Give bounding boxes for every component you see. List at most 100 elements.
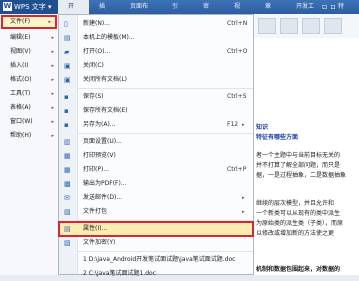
toolbar-button[interactable] [302,18,320,34]
menu-item-label: 关闭所有文档(L) [83,76,128,83]
menu-item-label: 新建(N)... [83,20,110,27]
wps-menu-button[interactable]: W WPS 文字 ▾ [0,0,58,14]
tab-chapter[interactable]: 章节 [255,0,286,24]
menu-item-label: 2 C:\java笔试面试题1.doc [83,270,157,277]
tab-view[interactable]: 视图 [224,0,255,24]
chevron-right-icon: ▸ [51,91,54,97]
tab-home[interactable]: 开始 [58,0,89,24]
chevron-right-icon: ▸ [51,35,54,41]
menu-item-save[interactable]: ▪ 保存(S) Ctrl+S [59,90,253,104]
menu-item-encrypt[interactable]: ▨ 文件加密(Y) [59,236,253,250]
doc-heading: 知识 [256,124,269,131]
menu-edit[interactable]: 编辑(E) ▸ [0,31,58,45]
tab-page-layout[interactable]: 页面布局 [120,0,162,24]
chevron-right-icon: ▸ [51,77,54,83]
doc-line: 机制和数据包围起来，对数据的 [256,266,341,273]
menu-item-label: 打开(O)... [83,48,111,55]
menu-insert[interactable]: 插入(I) ▸ [0,59,58,73]
chevron-right-icon: ▸ [242,122,245,128]
menu-item-shortcut: Ctrl+P [227,166,247,173]
tab-review[interactable]: 审阅 [193,0,224,24]
package-icon: ▧ [64,208,71,216]
menu-item-label: 属性(I)... [83,225,108,232]
toolbar-button[interactable] [280,18,298,34]
menu-item-label: 本机上的模板(M)... [83,34,135,41]
menu-item-send-mail[interactable]: ✉ 发送邮件(D)... ▸ [59,191,253,205]
menu-tools[interactable]: 工具(T) ▸ [0,87,58,101]
file-submenu: ▯ 新建(N)... Ctrl+N ▤ 本机上的模板(M)... ▰ 打开(O)... C… [58,14,254,277]
menu-item-open[interactable]: ▰ 打开(O)... Ctrl+O [59,45,253,59]
close-icon[interactable]: ▫ [330,2,338,11]
menu-item-save-all[interactable]: ▪ 保存所有文档(E) [59,104,253,118]
doc-line: 者一个主题中与当前目标无关的 [256,152,341,159]
menu-item-properties[interactable]: ▤ 属性(I)... [58,221,254,237]
doc-line: 为原始类的派生类（子类），而原 [256,220,344,227]
doc-line: 一个新类可以从现有的类中派生 [256,210,341,217]
window-controls: ▫▫ [322,2,339,11]
new-doc-icon: ▯ [64,20,68,28]
ribbon-tabs: 开始 插入 页面布局 引用 审阅 视图 章节 开发工具 特色 [58,0,359,24]
toolbar-button[interactable] [324,18,342,34]
open-folder-icon: ▰ [64,48,70,56]
menu-item-export-pdf[interactable]: ▩ 输出为PDF(F)... [59,177,253,191]
doc-line: 以修改或增加新的方法使之更 [256,230,335,237]
close-doc-icon: ▣ [64,62,71,70]
menu-item-package[interactable]: ▧ 文件打包 ▸ [59,205,253,219]
menu-item-local-templates[interactable]: ▤ 本机上的模板(M)... [59,31,253,45]
toolbar-button[interactable] [258,18,276,34]
menu-item-label: 文件打包 [83,208,108,215]
pdf-icon: ▩ [64,180,71,188]
menu-item-print-preview[interactable]: ▦ 打印预览(V) [59,149,253,163]
doc-heading: 特征有哪些方面 [256,134,299,141]
menu-separator [77,220,253,221]
properties-icon: ▤ [64,225,71,233]
menu-item-new[interactable]: ▯ 新建(N)... Ctrl+N [59,17,253,31]
menu-view[interactable]: 视图(V) ▸ [0,45,58,59]
menu-item-label: 保存所有文档(E) [83,107,128,114]
menu-help[interactable]: 帮助(H) ▸ [0,129,58,143]
doc-line: 继续的层次模型，并且允许和 [256,200,335,207]
mail-icon: ✉ [64,194,70,202]
page-setup-icon: ▥ [64,138,71,146]
menu-item-label: 文件加密(Y) [83,239,116,246]
menu-format-label: 格式(O) [10,76,32,83]
menu-item-label: 页面设置(U)... [83,138,122,145]
menu-insert-label: 插入(I) [10,62,29,69]
chevron-right-icon: ▸ [51,119,54,125]
chevron-right-icon: ▸ [242,209,245,215]
menu-item-page-setup[interactable]: ▥ 页面设置(U)... [59,135,253,149]
menu-format[interactable]: 格式(O) ▸ [0,73,58,87]
menu-item-label: 另存为(A)... [83,121,116,128]
menu-view-label: 视图(V) [10,48,31,55]
menu-item-save-as[interactable]: ▪ 另存为(A)... F12 ▸ [59,118,253,132]
menu-item-print[interactable]: ▦ 打印(P)... Ctrl+P [59,163,253,177]
menu-file[interactable]: 文件(F) ▸ [1,15,57,29]
menu-separator [77,88,253,89]
menu-item-shortcut: Ctrl+S [227,93,247,100]
print-icon: ▦ [64,166,71,174]
menu-table[interactable]: 表格(A) ▸ [0,101,58,115]
close-all-icon: ▣ [64,76,71,84]
menu-window-label: 窗口(W) [10,118,33,125]
menu-edit-label: 编辑(E) [10,34,31,41]
menu-window[interactable]: 窗口(W) ▸ [0,115,58,129]
chevron-right-icon: ▸ [51,133,54,139]
chevron-right-icon: ▸ [242,195,245,201]
doc-line: 据，一是过程抽象，二是数据抽象 [256,172,347,179]
menu-item-shortcut: Ctrl+N [227,20,248,27]
menu-item-close[interactable]: ▣ 关闭(C) [59,59,253,73]
classic-menu: 文件(F) ▸ 编辑(E) ▸ 视图(V) ▸ 插入(I) ▸ 格式(O) ▸ 工具(T)… [0,14,59,275]
menu-item-recent-file[interactable]: 2 C:\java笔试面试题1.doc [59,267,253,281]
template-icon: ▤ [64,34,71,42]
menu-table-label: 表格(A) [10,104,31,111]
menu-tools-label: 工具(T) [10,90,31,97]
tab-insert[interactable]: 插入 [89,0,120,24]
save-icon: ▪ [64,93,69,101]
wps-logo-icon: W [3,2,12,11]
encrypt-icon: ▨ [64,239,71,247]
menu-item-recent-file[interactable]: 1 D:\java_Android开发笔试面试题\java笔试面试题.doc [59,253,253,267]
chevron-right-icon: ▸ [51,63,54,69]
menu-item-close-all[interactable]: ▣ 关闭所有文档(L) [59,73,253,87]
save-as-icon: ▪ [64,121,69,129]
tab-references[interactable]: 引用 [162,0,193,24]
